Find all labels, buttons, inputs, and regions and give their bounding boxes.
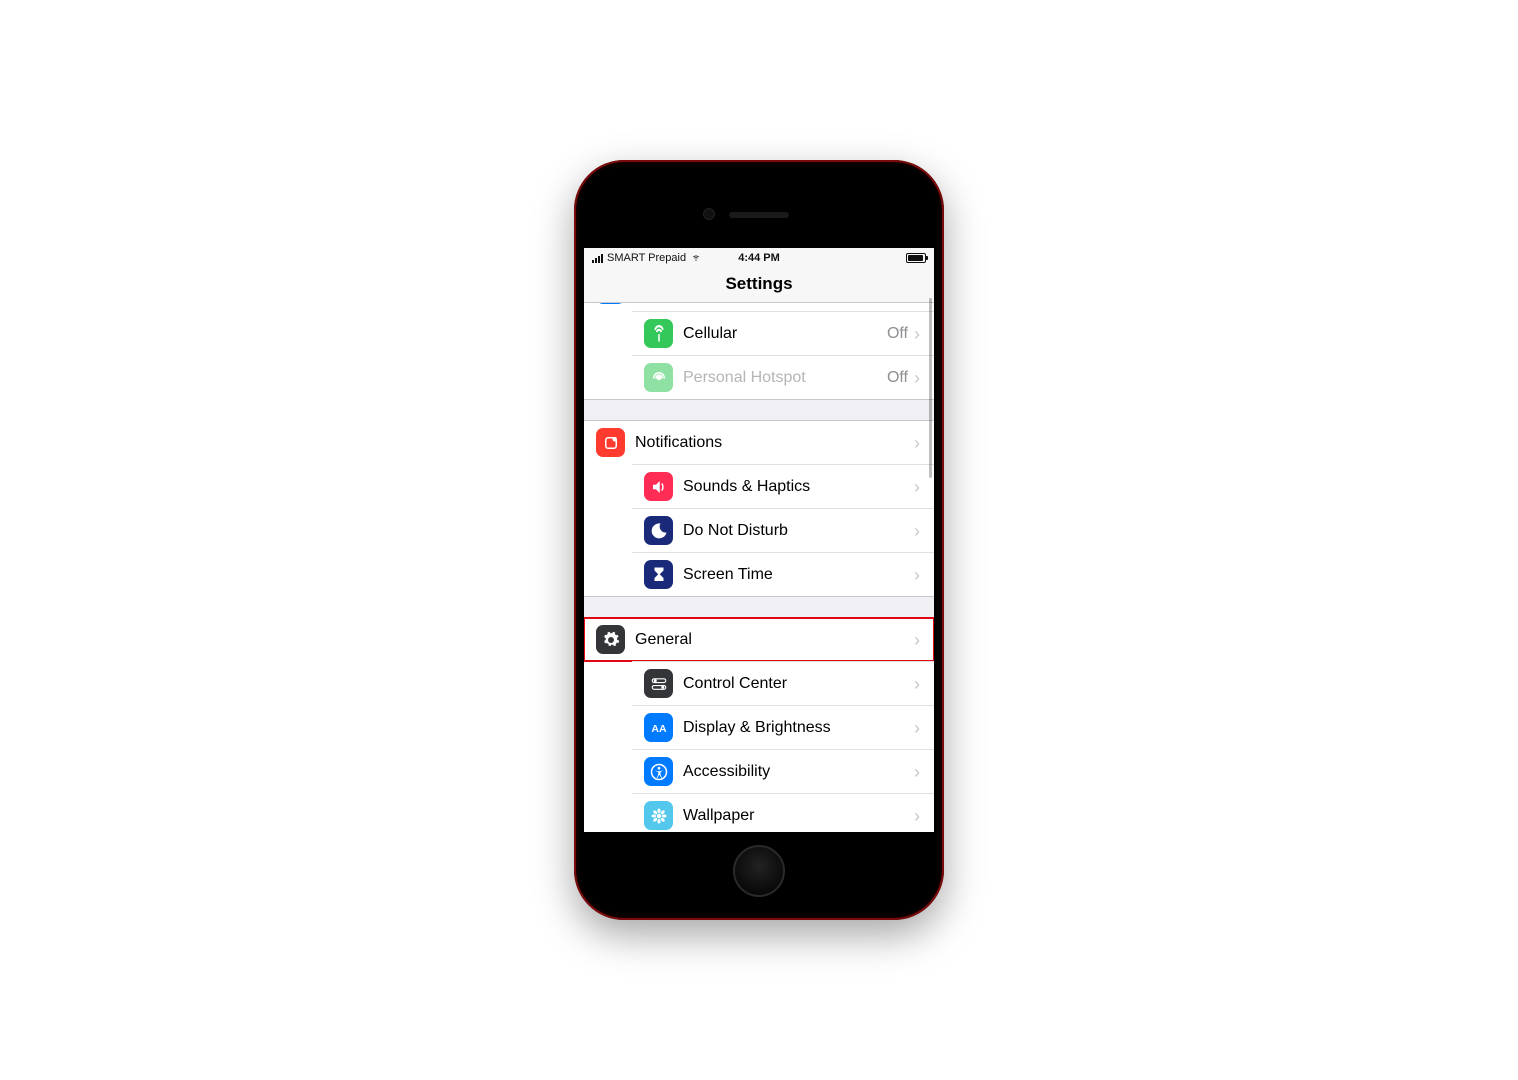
chevron-right-icon: › bbox=[914, 434, 920, 452]
settings-group-system: General›Control Center›AADisplay & Brigh… bbox=[584, 617, 934, 832]
carrier-label: SMART Prepaid bbox=[607, 252, 686, 264]
row-label: Display & Brightness bbox=[683, 719, 914, 737]
phone-frame: SMART Prepaid 4:44 PM Settings Bluetooth… bbox=[574, 160, 944, 920]
row-label: Sounds & Haptics bbox=[683, 478, 914, 496]
settings-row-accessibility[interactable]: Accessibility› bbox=[632, 749, 934, 793]
battery-icon bbox=[906, 253, 926, 263]
chevron-right-icon: › bbox=[914, 631, 920, 649]
row-label: Screen Time bbox=[683, 566, 914, 584]
top-bezel bbox=[584, 170, 934, 248]
gear-icon bbox=[596, 625, 625, 654]
row-label: Control Center bbox=[683, 675, 914, 693]
bottom-bezel bbox=[584, 832, 934, 910]
settings-row-screentime[interactable]: Screen Time› bbox=[632, 552, 934, 596]
sounds-icon bbox=[644, 472, 673, 501]
settings-row-hotspot[interactable]: Personal HotspotOff › bbox=[632, 355, 934, 399]
row-value: Off bbox=[887, 325, 908, 343]
chevron-right-icon: › bbox=[914, 675, 920, 693]
hourglass-icon bbox=[644, 560, 673, 589]
hotspot-icon bbox=[644, 363, 673, 392]
chevron-right-icon: › bbox=[914, 566, 920, 584]
chevron-right-icon: › bbox=[914, 369, 920, 387]
moon-icon bbox=[644, 516, 673, 545]
status-left: SMART Prepaid bbox=[592, 252, 702, 265]
row-label: General bbox=[635, 631, 914, 649]
wifi-icon bbox=[690, 252, 702, 265]
row-label: Do Not Disturb bbox=[683, 522, 914, 540]
phone-inner: SMART Prepaid 4:44 PM Settings Bluetooth… bbox=[584, 170, 934, 910]
row-label: Notifications bbox=[635, 434, 914, 452]
settings-row-bluetooth[interactable]: BluetoothOn› bbox=[584, 303, 934, 311]
row-value: Off bbox=[887, 369, 908, 387]
speaker-grill bbox=[729, 212, 789, 218]
flower-icon bbox=[644, 801, 673, 830]
row-label: Wallpaper bbox=[683, 807, 914, 825]
accessibility-icon bbox=[644, 757, 673, 786]
settings-row-general[interactable]: General› bbox=[584, 618, 934, 661]
settings-row-cellular[interactable]: CellularOff › bbox=[632, 311, 934, 355]
vertical-scrollbar[interactable] bbox=[929, 298, 932, 478]
chevron-right-icon: › bbox=[914, 763, 920, 781]
settings-row-controlcenter[interactable]: Control Center› bbox=[632, 661, 934, 705]
chevron-right-icon: › bbox=[914, 807, 920, 825]
chevron-right-icon: › bbox=[914, 325, 920, 343]
settings-group-alerts: Notifications›Sounds & Haptics›Do Not Di… bbox=[584, 420, 934, 597]
status-time: 4:44 PM bbox=[738, 252, 780, 264]
status-bar: SMART Prepaid 4:44 PM bbox=[584, 248, 934, 268]
home-button[interactable] bbox=[733, 845, 785, 897]
settings-row-sounds[interactable]: Sounds & Haptics› bbox=[632, 464, 934, 508]
row-label: Cellular bbox=[683, 325, 887, 343]
screen: SMART Prepaid 4:44 PM Settings Bluetooth… bbox=[584, 248, 934, 832]
page-title: Settings bbox=[584, 268, 934, 303]
svg-text:AA: AA bbox=[651, 722, 667, 734]
row-label: Personal Hotspot bbox=[683, 369, 887, 387]
chevron-right-icon: › bbox=[914, 522, 920, 540]
cellular-icon bbox=[644, 319, 673, 348]
settings-list[interactable]: BluetoothOn›CellularOff›Personal Hotspot… bbox=[584, 303, 934, 832]
signal-icon bbox=[592, 254, 603, 263]
row-label: Accessibility bbox=[683, 763, 914, 781]
bluetooth-icon bbox=[596, 303, 625, 304]
settings-row-display[interactable]: AA Display & Brightness› bbox=[632, 705, 934, 749]
settings-group-connectivity: BluetoothOn›CellularOff›Personal Hotspot… bbox=[584, 303, 934, 400]
chevron-right-icon: › bbox=[914, 719, 920, 737]
switches-icon bbox=[644, 669, 673, 698]
settings-row-wallpaper[interactable]: Wallpaper› bbox=[632, 793, 934, 832]
front-camera bbox=[704, 209, 714, 219]
settings-row-notifications[interactable]: Notifications› bbox=[584, 421, 934, 464]
settings-row-dnd[interactable]: Do Not Disturb› bbox=[632, 508, 934, 552]
aa-icon: AA bbox=[644, 713, 673, 742]
chevron-right-icon: › bbox=[914, 478, 920, 496]
notifications-icon bbox=[596, 428, 625, 457]
